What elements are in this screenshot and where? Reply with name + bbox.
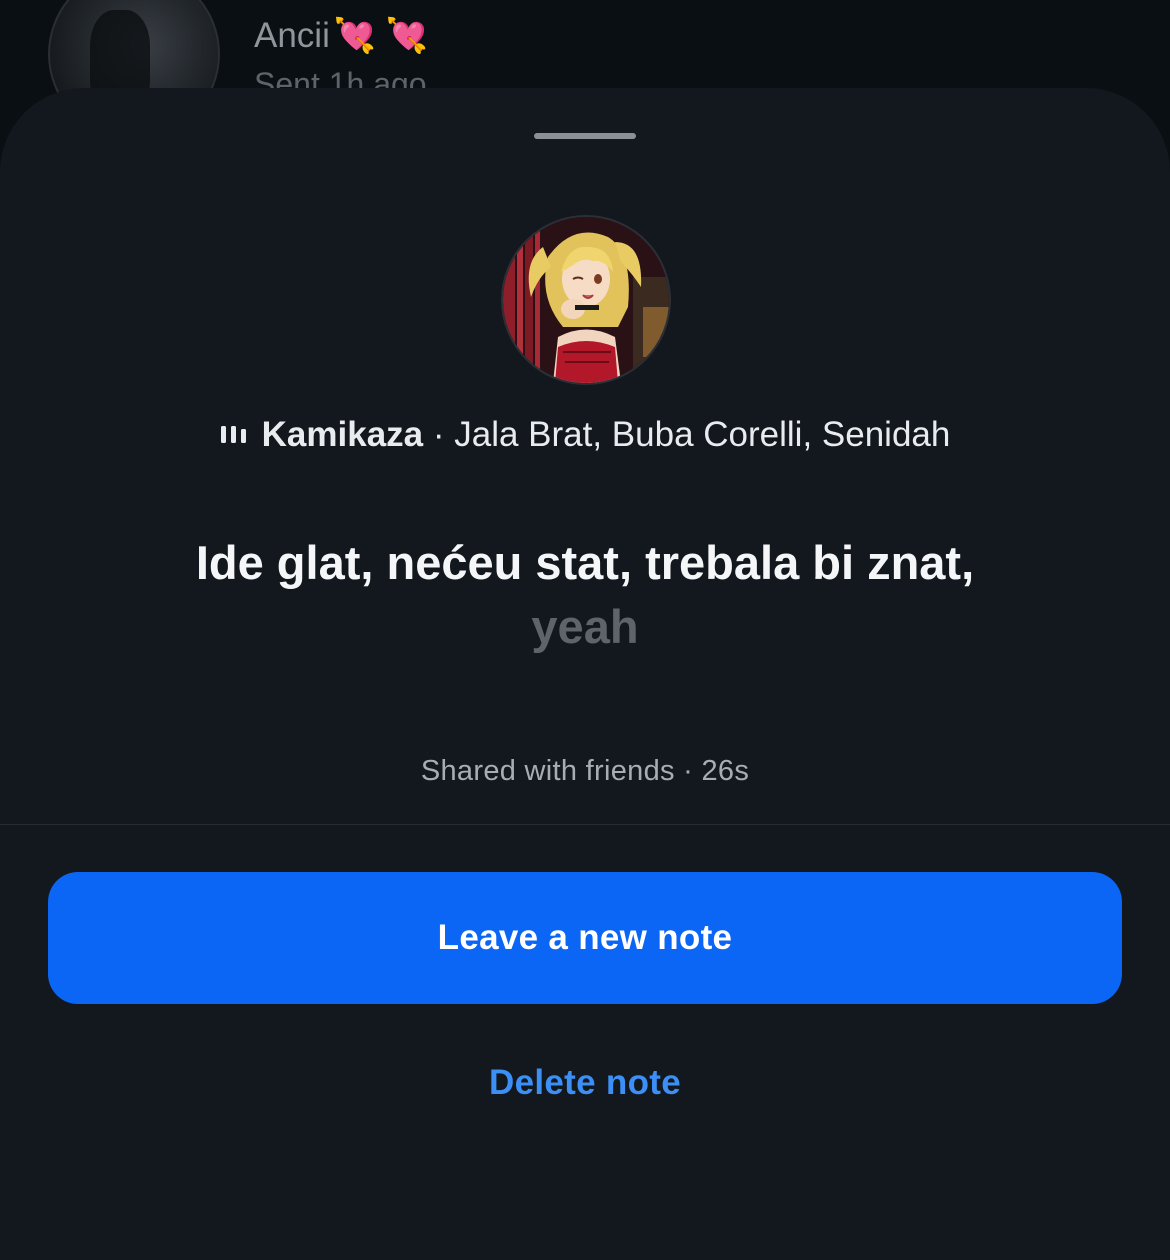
note-avatar bbox=[501, 215, 671, 385]
delete-note-button[interactable]: Delete note bbox=[385, 1048, 785, 1118]
sheet-grabber-handle[interactable] bbox=[534, 133, 636, 139]
lyric-next: yeah bbox=[531, 600, 639, 653]
divider bbox=[0, 824, 1170, 825]
screen: Ancii 💘 💘 Sent 1h ago Kamikaza · Jala Br… bbox=[0, 0, 1170, 1260]
song-artists: Jala Brat, Buba Corelli, Senidah bbox=[454, 415, 951, 454]
lyric-main: Ide glat, nećeu stat, trebala bi znat, bbox=[195, 536, 975, 589]
heart-arrow-emoji-icon: 💘 💘 bbox=[333, 17, 428, 55]
note-audience-time: Shared with friends · 26s bbox=[420, 755, 750, 787]
song-info[interactable]: Kamikaza · Jala Brat, Buba Corelli, Seni… bbox=[0, 415, 1170, 455]
thread-name: Ancii 💘 💘 bbox=[254, 16, 428, 55]
leave-new-note-button[interactable]: Leave a new note bbox=[48, 872, 1122, 1004]
note-bottom-sheet: Kamikaza · Jala Brat, Buba Corelli, Seni… bbox=[0, 88, 1170, 1260]
song-title: Kamikaza bbox=[261, 415, 424, 454]
song-separator: · bbox=[423, 415, 455, 454]
music-bars-icon bbox=[220, 425, 246, 443]
note-lyric: Ide glat, nećeu stat, trebala bi znat, y… bbox=[60, 531, 1110, 659]
